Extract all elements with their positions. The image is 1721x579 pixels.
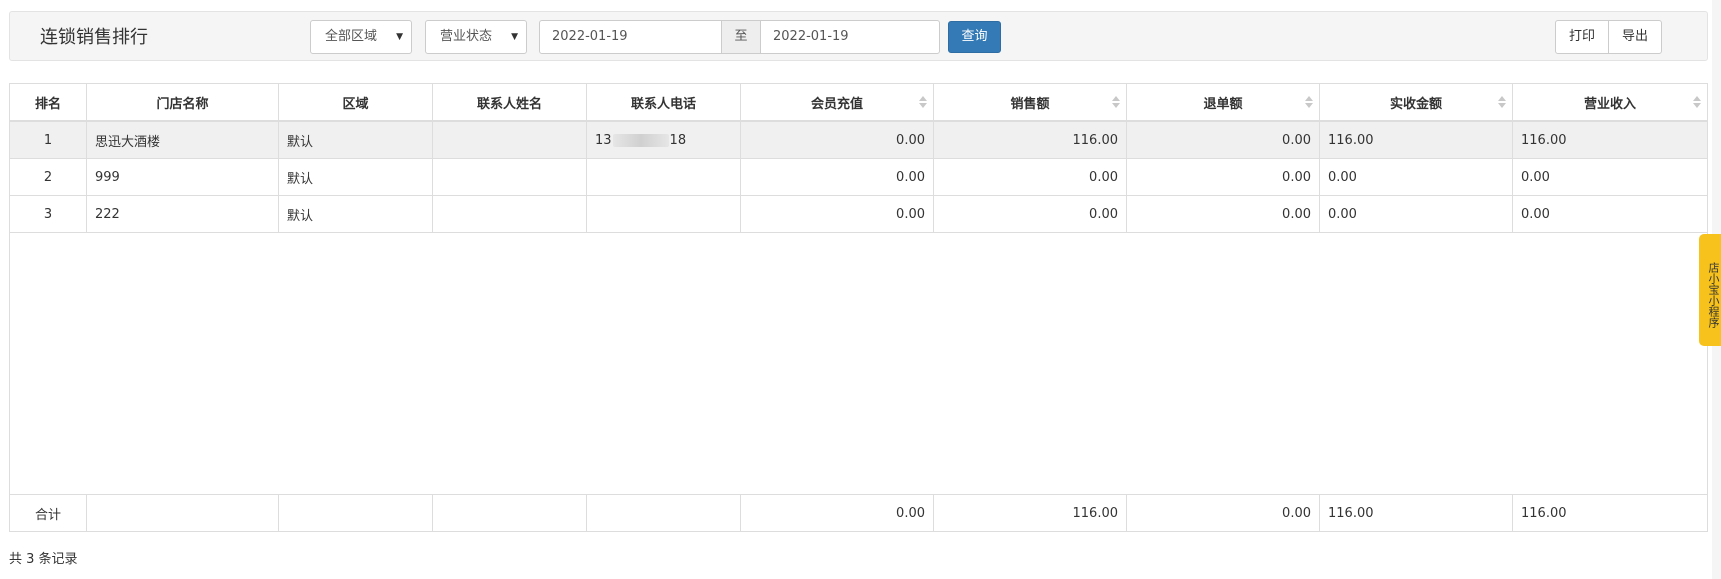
status-select[interactable]: 营业状态 ▼ [425, 20, 527, 54]
table-row[interactable]: 1 思迅大酒楼 默认 13 18 0.00 116.00 0.00 116.00 … [10, 122, 1707, 159]
status-select-value: 营业状态 [440, 29, 493, 44]
cell-rank: 3 [10, 196, 87, 232]
col-income[interactable]: 营业收入 [1513, 84, 1707, 120]
redacted-blur [612, 133, 669, 147]
sort-icon [919, 96, 927, 110]
date-to-input[interactable]: 2022-01-19 [760, 20, 940, 54]
col-area: 区域 [279, 84, 433, 120]
cell-refund: 0.00 [1127, 159, 1320, 195]
page-title: 连锁销售排行 [40, 27, 148, 48]
cell-area: 默认 [279, 159, 433, 195]
total-received: 116.00 [1320, 495, 1513, 531]
region-select-value: 全部区域 [325, 29, 378, 44]
total-label: 合计 [10, 495, 87, 531]
date-separator: 至 [722, 20, 760, 54]
sort-icon [1693, 96, 1701, 110]
cell-store: 999 [87, 159, 279, 195]
sort-icon [1112, 96, 1120, 110]
cell-recharge: 0.00 [741, 159, 934, 195]
cell-contact [433, 159, 587, 195]
cell-refund: 0.00 [1127, 196, 1320, 232]
print-button[interactable]: 打印 [1555, 20, 1609, 54]
mini-program-tab[interactable]: 店小宝小程序 [1699, 234, 1721, 346]
cell-store: 思迅大酒楼 [87, 122, 279, 158]
total-sales: 116.00 [934, 495, 1127, 531]
table-row[interactable]: 3 222 默认 0.00 0.00 0.00 0.00 0.00 [10, 196, 1707, 233]
cell-rank: 1 [10, 122, 87, 158]
cell-phone: 13 18 [587, 122, 741, 158]
caret-down-icon: ▼ [396, 32, 403, 42]
cell-recharge: 0.00 [741, 196, 934, 232]
toolbar: 连锁销售排行 全部区域 ▼ 营业状态 ▼ 2022-01-19 至 2022-0… [9, 11, 1708, 61]
cell-phone [587, 159, 741, 195]
table-header: 排名 门店名称 区域 联系人姓名 联系人电话 会员充值 销售额 退单额 实收金额… [10, 84, 1707, 122]
col-received[interactable]: 实收金额 [1320, 84, 1513, 120]
col-income-label: 营业收入 [1583, 96, 1636, 112]
query-button[interactable]: 查询 [948, 21, 1001, 53]
ranking-table: 排名 门店名称 区域 联系人姓名 联系人电话 会员充值 销售额 退单额 实收金额… [9, 83, 1708, 532]
cell-refund: 0.00 [1127, 122, 1320, 158]
total-empty [87, 495, 279, 531]
col-phone: 联系人电话 [587, 84, 741, 120]
total-empty [279, 495, 433, 531]
cell-sales: 0.00 [934, 159, 1127, 195]
cell-income: 0.00 [1521, 169, 1550, 185]
cell-rank: 2 [10, 159, 87, 195]
cell-area: 默认 [279, 196, 433, 232]
table-row[interactable]: 2 999 默认 0.00 0.00 0.00 0.00 0.00 [10, 159, 1707, 196]
cell-phone [587, 196, 741, 232]
date-from-input[interactable]: 2022-01-19 [539, 20, 722, 54]
col-rank: 排名 [10, 84, 87, 120]
col-contact: 联系人姓名 [433, 84, 587, 120]
record-count: 共 3 条记录 [9, 552, 78, 567]
cell-contact [433, 122, 587, 158]
total-income: 116.00 [1521, 505, 1567, 521]
cell-area: 默认 [279, 122, 433, 158]
col-sales-label: 销售额 [1010, 96, 1050, 112]
region-select[interactable]: 全部区域 ▼ [310, 20, 412, 54]
phone-start: 13 [595, 132, 612, 148]
col-sales[interactable]: 销售额 [934, 84, 1127, 120]
export-button[interactable]: 导出 [1608, 20, 1662, 54]
cell-income: 0.00 [1521, 206, 1550, 222]
cell-received: 0.00 [1320, 159, 1513, 195]
cell-sales: 116.00 [934, 122, 1127, 158]
phone-end: 18 [669, 132, 687, 148]
col-refund[interactable]: 退单额 [1127, 84, 1320, 120]
table-total-row: 合计 0.00 116.00 0.00 116.00 116.00 [10, 494, 1707, 531]
caret-down-icon: ▼ [511, 32, 518, 42]
cell-income: 116.00 [1521, 132, 1567, 148]
cell-contact [433, 196, 587, 232]
total-empty [587, 495, 741, 531]
total-empty [433, 495, 587, 531]
col-refund-label: 退单额 [1203, 96, 1243, 112]
col-store: 门店名称 [87, 84, 279, 120]
cell-store: 222 [87, 196, 279, 232]
total-recharge: 0.00 [741, 495, 934, 531]
col-recharge-label: 会员充值 [810, 96, 863, 112]
total-refund: 0.00 [1127, 495, 1320, 531]
cell-recharge: 0.00 [741, 122, 934, 158]
sort-icon [1498, 96, 1506, 110]
col-recharge[interactable]: 会员充值 [741, 84, 934, 120]
col-received-label: 实收金额 [1389, 96, 1442, 112]
sort-icon [1305, 96, 1313, 110]
cell-sales: 0.00 [934, 196, 1127, 232]
cell-received: 116.00 [1320, 122, 1513, 158]
cell-received: 0.00 [1320, 196, 1513, 232]
